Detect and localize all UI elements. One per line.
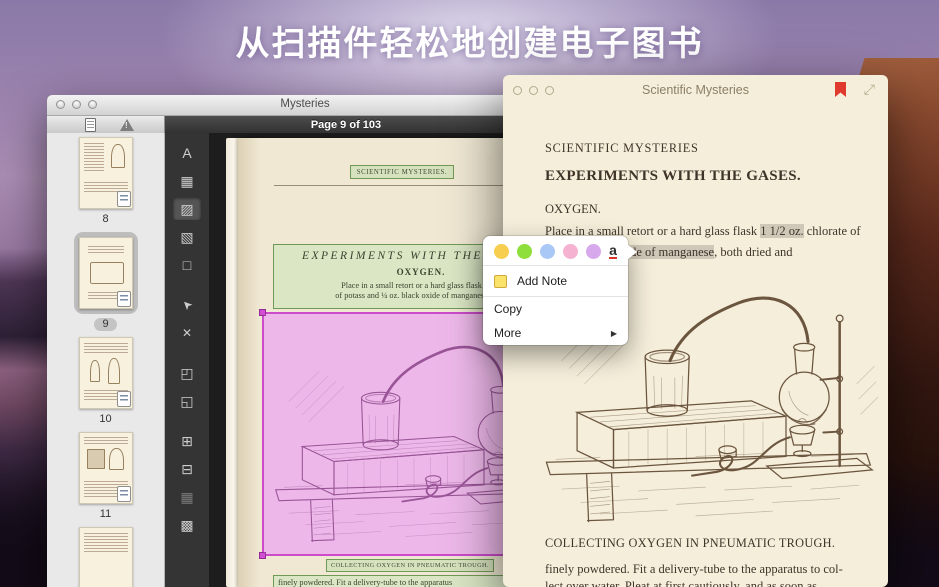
thumbnail-image[interactable] (79, 432, 133, 504)
region-tool-palette: A ▦ ▨ ▧ □ ➤ ✕ ◰ ◱ ⊞ ⊟ ▦ ▩ (165, 133, 210, 587)
merge-add-region-tool[interactable]: ◰ (173, 361, 201, 384)
selection-handle-top-left[interactable] (259, 309, 266, 316)
selection-context-menu: a Add Note Copy More ▶ (483, 236, 628, 345)
thumbnail-image[interactable] (79, 137, 133, 209)
delete-region-tool[interactable]: ✕ (173, 321, 201, 344)
note-icon (494, 275, 507, 288)
book-header: SCIENTIFIC MYSTERIES (545, 141, 699, 156)
selected-text[interactable]: 1 1/2 oz. (760, 224, 803, 238)
more-menu-item[interactable]: More ▶ (483, 321, 628, 345)
green-highlight-dot[interactable] (517, 244, 532, 259)
body-line-1: finely powdered. Fit a delivery-tube to … (545, 562, 843, 577)
thumbnail-page-10[interactable]: 10 (79, 337, 133, 426)
hero-title: 从扫描件轻松地创建电子图书 (0, 16, 939, 65)
table-layout-tool[interactable]: ▦ (173, 485, 201, 508)
table-add-column-tool[interactable]: ⊟ (173, 457, 201, 480)
chapter-heading: EXPERIMENTS WITH THE GASES. (545, 168, 801, 185)
section-heading: OXYGEN. (545, 202, 601, 217)
thumbnail-label: 11 (100, 508, 111, 521)
blue-highlight-dot[interactable] (540, 244, 555, 259)
table-region-tool[interactable]: ▦ (173, 169, 201, 192)
editor-toolbar: Page 9 of 103 (47, 116, 563, 133)
text-region-tool[interactable]: A (173, 141, 201, 164)
copy-menu-item[interactable]: Copy (483, 297, 628, 321)
editor-titlebar[interactable]: Mysteries (47, 95, 563, 116)
picture-region-tool[interactable]: ▨ (173, 197, 201, 220)
text-badge-icon (117, 486, 131, 502)
thumbnail-label: 10 (99, 413, 111, 426)
highlight-color-row: a (483, 236, 628, 265)
thumbnail-image[interactable] (79, 527, 133, 587)
editor-body: 8 9 (47, 133, 563, 587)
caption-text-region[interactable]: COLLECTING OXYGEN IN PNEUMATIC TROUGH. (326, 559, 494, 572)
picture-caption-region-tool[interactable]: ▧ (173, 225, 201, 248)
reader-content: SCIENTIFIC MYSTERIES EXPERIMENTS WITH TH… (503, 105, 888, 587)
yellow-highlight-dot[interactable] (494, 244, 509, 259)
text-style-button[interactable]: a (609, 243, 617, 259)
figure-caption: COLLECTING OXYGEN IN PNEUMATIC TROUGH. (545, 536, 835, 551)
fullscreen-icon[interactable]: ⤢ (864, 81, 875, 98)
select-region-tool[interactable]: ➤ (173, 293, 201, 316)
thumbnail-page-12[interactable] (79, 527, 133, 587)
grid-region-tool[interactable]: ▩ (173, 513, 201, 536)
thumbnail-label: 8 (102, 213, 108, 226)
pink-highlight-dot[interactable] (563, 244, 578, 259)
selection-handle-bottom-left[interactable] (259, 552, 266, 559)
window-title: Scientific Mysteries (503, 83, 888, 97)
thumbnail-page-9-selected[interactable]: 9 (74, 232, 138, 331)
toolbar-left (47, 116, 165, 133)
text-badge-icon (117, 191, 131, 207)
document-icon[interactable] (85, 118, 96, 132)
text-badge-icon (117, 391, 131, 407)
submenu-arrow-icon: ▶ (611, 329, 617, 338)
table-add-row-tool[interactable]: ⊞ (173, 429, 201, 452)
reader-titlebar[interactable]: Scientific Mysteries ⤢ (503, 75, 888, 105)
text-badge-icon (117, 291, 131, 307)
thumbnail-label: 9 (94, 318, 116, 331)
blank-region-tool[interactable]: □ (173, 253, 201, 276)
window-title: Mysteries (47, 98, 563, 110)
header-text-region[interactable]: SCIENTIFIC MYSTERIES. (350, 165, 454, 179)
page-thumbnail-sidebar: 8 9 (47, 133, 165, 587)
add-note-menu-item[interactable]: Add Note (483, 266, 628, 296)
selection-highlight (74, 232, 138, 314)
warning-icon[interactable] (120, 119, 134, 131)
purple-highlight-dot[interactable] (586, 244, 601, 259)
thumbnail-image[interactable] (79, 237, 133, 309)
merge-subtract-region-tool[interactable]: ◱ (173, 389, 201, 412)
body-line-2: lect over water. Pleat at first cautious… (545, 579, 817, 587)
thumbnail-page-11[interactable]: 11 (79, 432, 133, 521)
thumbnail-image[interactable] (79, 337, 133, 409)
thumbnail-page-8[interactable]: 8 (79, 137, 133, 226)
